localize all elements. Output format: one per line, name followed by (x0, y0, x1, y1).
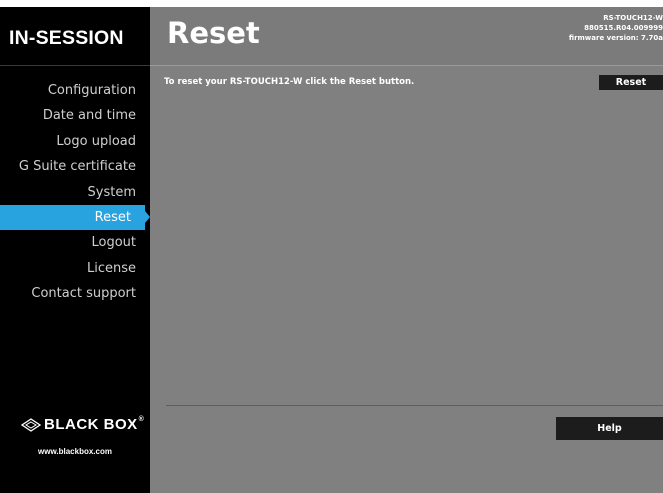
sidebar: IN-SESSION Configuration Date and time L… (0, 7, 150, 493)
reset-instruction: To reset your RS-TOUCH12-W click the Res… (164, 77, 415, 87)
black-box-logo: BLACK BOX® (21, 416, 144, 433)
website-url: www.blackbox.com (38, 447, 112, 456)
logo-text: BLACK BOX (44, 416, 138, 433)
sidebar-item-logout[interactable]: Logout (0, 230, 150, 255)
footer-divider (166, 405, 663, 406)
brand-header: IN-SESSION (0, 7, 150, 65)
brand-name: IN-SESSION (9, 27, 124, 49)
sidebar-item-configuration[interactable]: Configuration (0, 78, 150, 103)
device-info: RS-TOUCH12-W 880515.R04.009999 firmware … (569, 13, 663, 43)
firmware-version: firmware version: 7.70a (568, 34, 663, 42)
logo-registered-mark: ® (138, 416, 145, 423)
sidebar-nav: Configuration Date and time Logo upload … (0, 78, 150, 307)
sidebar-item-date-and-time[interactable]: Date and time (0, 103, 150, 128)
sidebar-item-g-suite-certificate[interactable]: G Suite certificate (0, 154, 150, 179)
reset-button[interactable]: Reset (599, 75, 663, 90)
sidebar-item-reset[interactable]: Reset (0, 204, 150, 231)
device-serial: 880515.R04.009999 (584, 24, 663, 32)
sidebar-item-contact-support[interactable]: Contact support (0, 281, 150, 306)
page-header: Reset RS-TOUCH12-W 880515.R04.009999 fir… (150, 7, 663, 65)
app-frame: IN-SESSION Configuration Date and time L… (0, 7, 663, 493)
page-title: Reset (167, 16, 260, 50)
sidebar-divider (0, 65, 150, 66)
sidebar-item-license[interactable]: License (0, 256, 150, 281)
black-box-logo-icon (21, 418, 41, 432)
sidebar-item-system[interactable]: System (0, 180, 150, 205)
sidebar-item-logo-upload[interactable]: Logo upload (0, 129, 150, 154)
device-model: RS-TOUCH12-W (603, 14, 663, 22)
help-button[interactable]: Help (556, 417, 663, 440)
main-content: To reset your RS-TOUCH12-W click the Res… (150, 66, 663, 493)
